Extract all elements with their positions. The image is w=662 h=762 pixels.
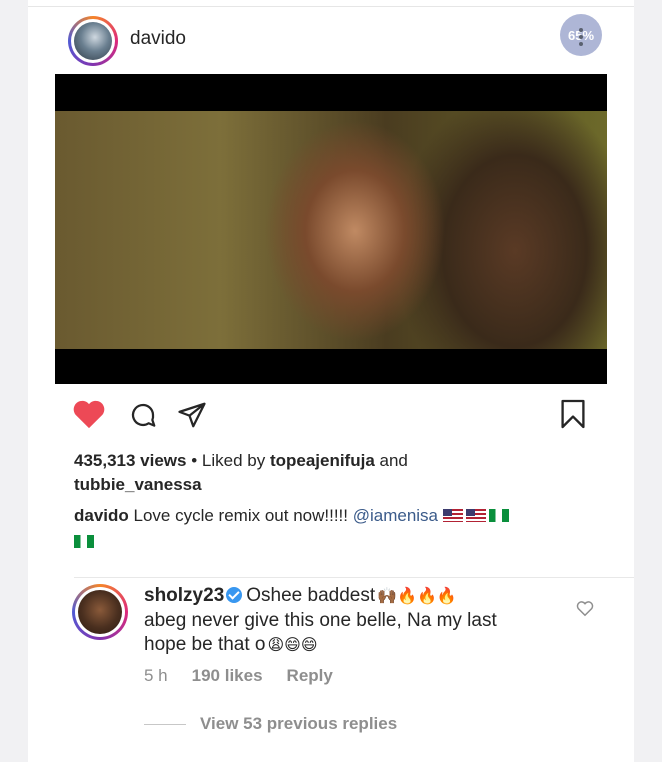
- comment-item: sholzy23 Oshee baddest 🙌🏾🔥🔥🔥 abeg never gi…: [28, 580, 634, 690]
- liked-by-and: and: [374, 451, 408, 470]
- view-replies[interactable]: View 53 previous replies: [144, 714, 397, 734]
- post-card: davido 65% 435,313 views • Liked by tope…: [28, 0, 634, 762]
- verified-icon: [226, 587, 243, 603]
- comment-emoji-1: 🙌🏾🔥🔥🔥: [377, 588, 457, 605]
- post-header: davido 65%: [28, 12, 634, 68]
- comments-divider: [74, 577, 634, 578]
- post-caption: davido Love cycle remix out now!!!!! @ia…: [74, 503, 594, 555]
- nigeria-flag-icon: [74, 535, 94, 548]
- caption-mention[interactable]: @iamenisa: [353, 506, 438, 525]
- comment-avatar[interactable]: [72, 584, 128, 640]
- comment-likes[interactable]: 190 likes: [192, 666, 263, 685]
- comment-emoji-2: 😩😄😄: [267, 637, 318, 654]
- bookmark-icon[interactable]: [560, 398, 586, 430]
- post-actions: [28, 396, 634, 436]
- profile-avatar[interactable]: [68, 16, 118, 66]
- comment-text-2: abeg never give this one belle, Na my la…: [144, 610, 497, 655]
- comment-time: 5 h: [144, 666, 168, 685]
- share-icon[interactable]: [176, 400, 208, 430]
- comment-username[interactable]: sholzy23: [144, 585, 224, 606]
- caption-username[interactable]: davido: [74, 506, 129, 525]
- caption-text: Love cycle remix out now!!!!!: [128, 506, 353, 525]
- video-frame: [55, 111, 607, 349]
- post-username[interactable]: davido: [130, 28, 186, 50]
- comment-body: sholzy23 Oshee baddest 🙌🏾🔥🔥🔥 abeg never gi…: [144, 584, 544, 658]
- comment-meta: 5 h 190 likes Reply: [144, 666, 357, 686]
- comment-text-1: Oshee baddest: [246, 585, 376, 606]
- us-flag-icon: [442, 509, 463, 522]
- top-divider: [28, 6, 634, 7]
- post-video[interactable]: [55, 74, 607, 384]
- comment-icon[interactable]: [128, 400, 158, 430]
- more-icon[interactable]: [578, 28, 584, 48]
- heart-icon[interactable]: [72, 398, 106, 430]
- replies-line: [144, 724, 186, 726]
- nigeria-flag-icon: [488, 509, 509, 522]
- liked-by-user-1[interactable]: topeajenifuja: [270, 451, 375, 470]
- liked-by-user-2[interactable]: tubbie_vanessa: [74, 475, 202, 494]
- view-replies-label[interactable]: View 53 previous replies: [200, 714, 397, 733]
- views-count[interactable]: 435,313 views: [74, 451, 186, 470]
- liked-by-prefix: • Liked by: [186, 451, 270, 470]
- views-and-likes: 435,313 views • Liked by topeajenifuja a…: [74, 449, 594, 497]
- like-icon[interactable]: [576, 600, 594, 617]
- us-flag-icon: [465, 509, 486, 522]
- reply-button[interactable]: Reply: [287, 666, 333, 685]
